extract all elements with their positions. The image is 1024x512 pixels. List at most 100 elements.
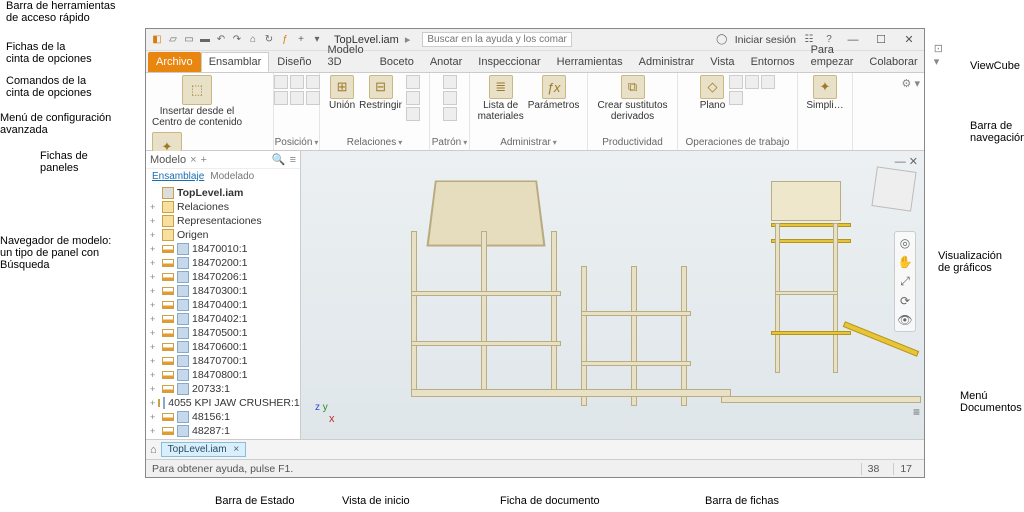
tab-assemble[interactable]: Ensamblar [201, 52, 270, 72]
document-tab[interactable]: TopLevel.iam × [161, 442, 247, 457]
qat-undo-icon[interactable]: ↶ [214, 33, 228, 47]
position-grid[interactable] [274, 75, 320, 105]
close-button[interactable]: ✕ [898, 33, 920, 46]
tab-design[interactable]: Diseño [269, 52, 319, 72]
cmd-plane-label: Plano [700, 100, 726, 111]
cmd-params-label: Parámetros [528, 100, 580, 111]
tree-folder-label: Relaciones [177, 201, 229, 213]
tree-part[interactable]: +18470700:1 [148, 354, 298, 368]
panel-component: ⬚Insertar desde el Centro de contenido ✦… [146, 73, 274, 150]
panel-simplify: ✦Simpli… [798, 73, 853, 150]
tree-part-label: 20733:1 [192, 383, 230, 395]
signin-link[interactable]: Iniciar sesión [735, 34, 796, 46]
tree-part[interactable]: +18470500:1 [148, 326, 298, 340]
qat-fx-icon[interactable]: ƒ [278, 33, 292, 47]
qat-home-icon[interactable]: ⌂ [246, 33, 260, 47]
ribbon-tabs: Archivo Ensamblar Diseño Modelo 3D Bocet… [146, 51, 924, 73]
workfeat-grid[interactable] [729, 75, 775, 105]
tab-tools[interactable]: Herramientas [549, 52, 631, 72]
browser-search-icon[interactable]: 🔍 [272, 153, 286, 166]
axis-triad: z yx [315, 402, 335, 425]
user-icon[interactable]: ◯ [715, 33, 729, 47]
callout-ribbon-tabs: Fichas de la cinta de opciones [6, 41, 92, 65]
qat-open-icon[interactable]: ▭ [182, 33, 196, 47]
tree-root[interactable]: TopLevel.iam [148, 186, 298, 200]
cmd-bom[interactable]: ≣Lista de materiales [478, 75, 524, 122]
cmd-simplify[interactable]: ✦Simpli… [806, 75, 843, 111]
tree-folder-label: Representaciones [177, 215, 262, 227]
tree-part[interactable]: +48287:1 [148, 424, 298, 438]
cmd-restrict[interactable]: ⊟Restringir [359, 75, 402, 111]
tree-part[interactable]: +20733:1 [148, 382, 298, 396]
browser-menu-icon[interactable]: ≡ [290, 154, 296, 166]
tab-collab[interactable]: Colaborar [861, 52, 925, 72]
tree-part-label: 18470300:1 [192, 285, 247, 297]
cmd-union[interactable]: ⊞Unión [329, 75, 355, 111]
panel-admin-title: Administrar [500, 137, 551, 148]
document-tab-close-icon[interactable]: × [233, 444, 239, 455]
ribbon-expand-icon[interactable]: ⊡ ▾ [926, 38, 951, 72]
app-logo-icon: ◧ [150, 33, 164, 47]
pattern-grid[interactable] [443, 75, 457, 121]
cmd-substitutes[interactable]: ⧉Crear sustitutos derivados [597, 75, 667, 122]
tree-part[interactable]: +18470206:1 [148, 270, 298, 284]
relations-mini[interactable] [406, 75, 420, 121]
tab-view[interactable]: Vista [702, 52, 742, 72]
qat-new-icon[interactable]: ▱ [166, 33, 180, 47]
browser-close-icon[interactable]: × [190, 154, 196, 166]
tab-annotate[interactable]: Anotar [422, 52, 470, 72]
model-tree[interactable]: TopLevel.iam +Relaciones +Representacion… [146, 184, 300, 439]
qat-sync-icon[interactable]: ↻ [262, 33, 276, 47]
tab-manage[interactable]: Administrar [631, 52, 703, 72]
cmd-insert-from-cc[interactable]: ⬚Insertar desde el Centro de contenido [152, 75, 242, 128]
cmd-plane[interactable]: ◇Plano [700, 75, 726, 111]
panel-pattern-drop-icon[interactable] [461, 137, 467, 148]
tree-folder[interactable]: +Representaciones [148, 214, 298, 228]
panel-relations-drop-icon[interactable] [396, 137, 402, 148]
tab-inspect[interactable]: Inspeccionar [470, 52, 548, 72]
browser-tab-assembly[interactable]: Ensamblaje [152, 171, 204, 182]
ribbon-settings-icon[interactable]: ⚙ ▾ [898, 73, 924, 150]
callout-panel-tabs: Fichas de paneles [40, 150, 88, 174]
home-view-icon[interactable]: ⌂ [150, 444, 157, 456]
panel-pattern-title: Patrón [432, 137, 461, 148]
tab-model3d[interactable]: Modelo 3D [320, 40, 372, 72]
tab-getstart[interactable]: Para empezar [803, 40, 862, 72]
graphics-viewport[interactable]: — ✕ ◎ ✋ ⤢ ⟳ 👁 z yx [301, 151, 924, 439]
panel-admin-drop-icon[interactable] [551, 137, 557, 148]
browser-tab-modeling[interactable]: Modelado [210, 171, 254, 182]
status-coord-1: 38 [861, 463, 886, 475]
tab-environ[interactable]: Entornos [743, 52, 803, 72]
maximize-button[interactable]: ☐ [870, 33, 892, 46]
status-coord-2: 17 [893, 463, 918, 475]
tree-part[interactable]: +18470010:1 [148, 242, 298, 256]
callout-tab-bar: Barra de fichas [705, 495, 779, 507]
tab-sketch[interactable]: Boceto [372, 52, 422, 72]
qat-save-icon[interactable]: ▬ [198, 33, 212, 47]
panel-relations-title: Relaciones [347, 137, 396, 148]
panel-position-drop-icon[interactable] [312, 137, 318, 148]
tree-part[interactable]: +18470600:1 [148, 340, 298, 354]
cmd-params[interactable]: ƒxParámetros [528, 75, 580, 111]
tree-folder[interactable]: +Origen [148, 228, 298, 242]
tree-part[interactable]: +48156:1 [148, 410, 298, 424]
panel-workfeatures: ◇Plano Operaciones de trabajo [678, 73, 798, 150]
tree-part[interactable]: +18470800:1 [148, 368, 298, 382]
document-tab-label: TopLevel.iam [168, 444, 227, 455]
callout-gfx: Visualización de gráficos [938, 250, 1002, 274]
browser-add-icon[interactable]: + [201, 154, 207, 166]
qat-plus-icon[interactable]: + [294, 33, 308, 47]
tab-file[interactable]: Archivo [148, 52, 201, 72]
tree-part[interactable]: +18470300:1 [148, 284, 298, 298]
tree-part[interactable]: +18470200:1 [148, 256, 298, 270]
tree-part[interactable]: +4055 KPI JAW CRUSHER:1 [148, 396, 298, 410]
tree-part[interactable]: +18470400:1 [148, 298, 298, 312]
help-search-input[interactable] [422, 32, 572, 47]
documents-menu-icon[interactable]: ≡ [913, 405, 920, 419]
cmd-bom-label: Lista de materiales [478, 100, 524, 122]
status-bar: Para obtener ayuda, pulse F1. 38 17 [146, 459, 924, 477]
viewport-close-icon[interactable]: — ✕ [895, 155, 918, 168]
qat-redo-icon[interactable]: ↷ [230, 33, 244, 47]
tree-part[interactable]: +18470402:1 [148, 312, 298, 326]
tree-folder[interactable]: +Relaciones [148, 200, 298, 214]
